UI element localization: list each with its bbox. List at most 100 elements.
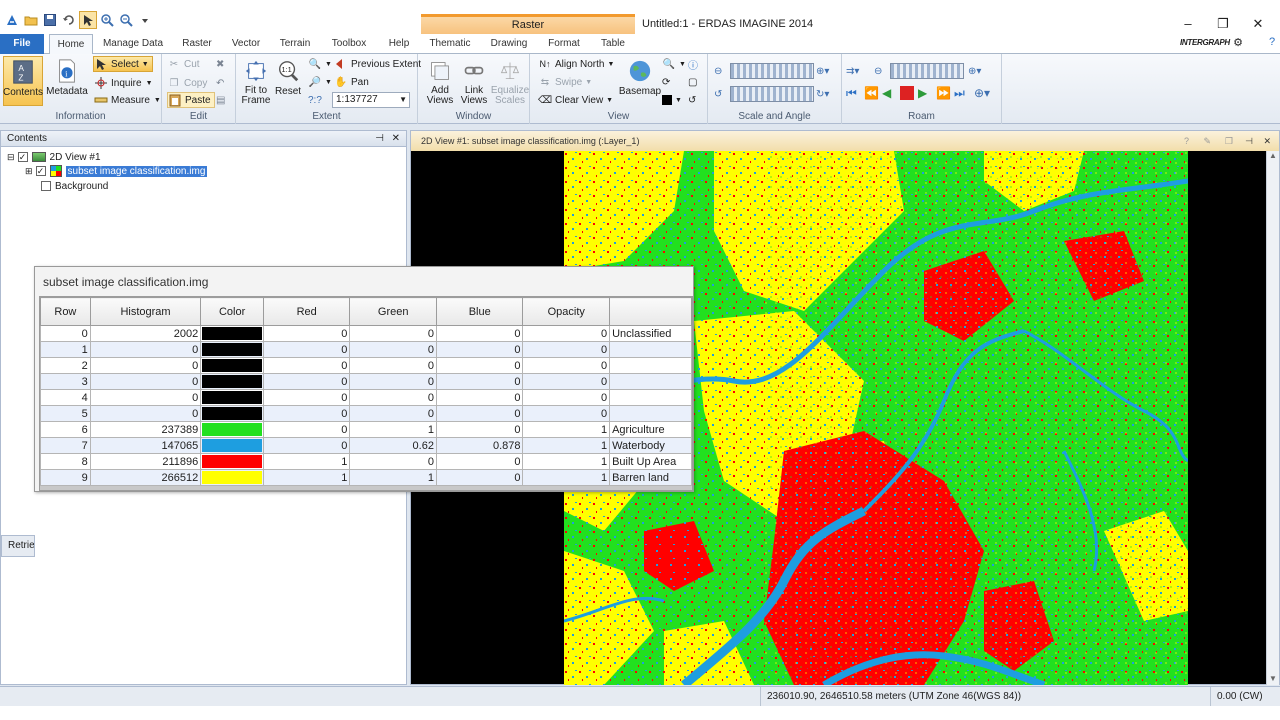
roam-first-icon[interactable]: ⏮ [846, 86, 860, 100]
app-menu-icon[interactable] [3, 11, 21, 29]
class-name-cell[interactable]: Barren land [609, 469, 692, 486]
column-header[interactable]: Color [200, 297, 264, 326]
blue-cell[interactable]: 0 [435, 453, 524, 470]
link-views-button[interactable]: Link Views [458, 56, 490, 106]
angle-ccw-icon[interactable]: ↺ [714, 86, 722, 102]
class-name-cell[interactable] [609, 341, 692, 358]
collapse-icon[interactable]: ⊟ [7, 152, 15, 163]
blue-cell[interactable]: 0 [435, 405, 524, 422]
row-cell[interactable]: 4 [40, 389, 91, 406]
red-cell[interactable]: 1 [262, 469, 351, 486]
color-swatch[interactable] [202, 359, 262, 372]
roam-play-icon[interactable]: ▶ [918, 86, 932, 100]
histogram-cell[interactable]: 266512 [89, 469, 202, 486]
opacity-cell[interactable]: 0 [522, 389, 611, 406]
roam-play-reverse-icon[interactable]: ◀ [882, 86, 896, 100]
tab-file[interactable]: File [0, 34, 44, 54]
rotate-icon[interactable]: ↺ [688, 92, 696, 108]
histogram-cell[interactable]: 0 [89, 405, 202, 422]
previous-extent-button[interactable]: Previous Extent [334, 56, 421, 72]
color-swatch[interactable] [202, 407, 262, 420]
table-row[interactable]: 6 237389 0 1 0 1 Agriculture [40, 421, 692, 438]
color-swatch-cell[interactable] [200, 357, 264, 374]
table-row[interactable]: 300000 [40, 373, 692, 390]
table-row[interactable]: 400000 [40, 389, 692, 406]
color-swatch[interactable] [202, 375, 262, 388]
clear-view-button[interactable]: ⌫ Clear View ▼ [538, 92, 613, 108]
histogram-cell[interactable]: 211896 [89, 453, 202, 470]
red-cell[interactable]: 0 [262, 421, 351, 438]
zoom-in-dropdown[interactable]: 🔍 ▼ [308, 56, 332, 72]
blue-cell[interactable]: 0 [435, 357, 524, 374]
zoom-out-dropdown[interactable]: 🔎 ▼ [308, 74, 332, 90]
green-cell[interactable]: 0.62 [349, 437, 437, 454]
tab-table[interactable]: Table [594, 34, 632, 54]
frame-icon[interactable]: ▢ [688, 74, 697, 90]
expand-icon[interactable]: ⊞ [25, 166, 33, 177]
opacity-cell[interactable]: 0 [522, 373, 611, 390]
blue-cell[interactable]: 0 [435, 341, 524, 358]
color-swatch-cell[interactable] [200, 373, 264, 390]
copy-button[interactable]: ❐ Copy [167, 75, 208, 91]
pan-button[interactable]: ✋ Pan [334, 74, 369, 90]
row-cell[interactable]: 7 [40, 437, 91, 454]
table-row[interactable]: 0 2002 0 0 0 0 Unclassified [40, 325, 692, 342]
inquire-button[interactable]: Inquire ▼ [94, 75, 153, 91]
tab-vector[interactable]: Vector [226, 34, 266, 54]
histogram-cell[interactable]: 0 [89, 357, 202, 374]
green-cell[interactable]: 0 [349, 389, 437, 406]
color-swatch-cell[interactable] [200, 469, 264, 486]
class-name-cell[interactable] [609, 357, 692, 374]
row-cell[interactable]: 1 [40, 341, 91, 358]
roam-step-back-icon[interactable]: ⏪ [864, 86, 879, 100]
color-swatch[interactable] [202, 455, 262, 468]
histogram-cell[interactable]: 2002 [89, 325, 202, 342]
tab-thematic[interactable]: Thematic [424, 34, 476, 54]
column-header[interactable]: Opacity [522, 297, 611, 326]
select-button[interactable]: Select ▼ [93, 56, 153, 72]
class-name-cell[interactable] [609, 373, 692, 390]
paste-button[interactable]: Paste [167, 92, 215, 108]
color-swatch-cell[interactable] [200, 389, 264, 406]
blue-cell[interactable]: 0.878 [435, 437, 524, 454]
measure-button[interactable]: Measure ▼ [94, 92, 161, 108]
swipe-button[interactable]: ⇆ Swipe ▼ [538, 74, 592, 90]
align-north-button[interactable]: N↑ Align North ▼ [538, 56, 615, 72]
table-row[interactable]: 200000 [40, 357, 692, 374]
color-swatch[interactable] [202, 391, 262, 404]
panel-close-icon[interactable]: ✕ [392, 131, 400, 146]
row-cell[interactable]: 0 [40, 325, 91, 342]
zoom-in-icon[interactable] [98, 11, 116, 29]
table-row[interactable]: 8 211896 1 0 0 1 Built Up Area [40, 453, 692, 470]
row-cell[interactable]: 3 [40, 373, 91, 390]
tab-toolbox[interactable]: Toolbox [326, 34, 372, 54]
color-swatch[interactable] [202, 327, 262, 340]
column-header[interactable]: Histogram [89, 297, 202, 326]
red-cell[interactable]: 0 [262, 357, 351, 374]
color-swatch[interactable] [202, 343, 262, 356]
green-cell[interactable]: 1 [349, 469, 437, 486]
histogram-cell[interactable]: 0 [89, 341, 202, 358]
zoom-scale-icon[interactable]: ⊖ [714, 63, 722, 79]
pin-icon[interactable]: ⊣ [375, 131, 384, 146]
tab-home[interactable]: Home [49, 34, 93, 55]
color-swatch-cell[interactable] [200, 437, 264, 454]
red-cell[interactable]: 0 [262, 389, 351, 406]
tab-drawing[interactable]: Drawing [484, 34, 534, 54]
opacity-cell[interactable]: 1 [522, 437, 611, 454]
close-icon[interactable]: ✕ [1248, 16, 1268, 32]
opacity-cell[interactable]: 1 [522, 453, 611, 470]
color-swatch[interactable] [202, 439, 262, 452]
color-swatch-cell[interactable] [200, 325, 264, 342]
color-swatch[interactable] [202, 471, 262, 484]
column-header[interactable]: Red [262, 297, 351, 326]
opacity-cell[interactable]: 0 [522, 325, 611, 342]
maximize-icon[interactable]: ❐ [1213, 16, 1233, 32]
column-header[interactable] [609, 297, 692, 326]
tab-terrain[interactable]: Terrain [274, 34, 316, 54]
open-folder-icon[interactable] [22, 11, 40, 29]
blue-cell[interactable]: 0 [435, 389, 524, 406]
tree-node-2d-view[interactable]: ⊟ ✓ 2D View #1 [7, 150, 101, 164]
tree-node-background[interactable]: Background [41, 179, 108, 193]
blue-cell[interactable]: 0 [435, 469, 524, 486]
